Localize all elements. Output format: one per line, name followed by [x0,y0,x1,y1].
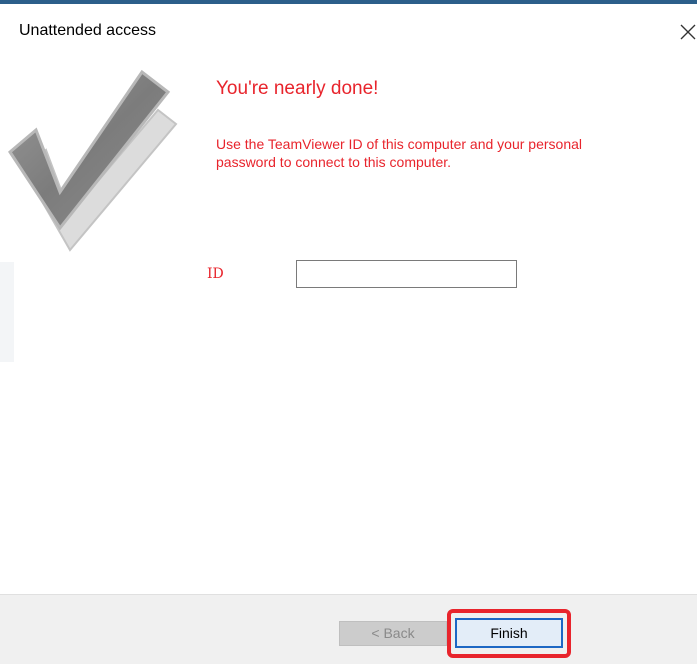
close-button[interactable] [675,18,697,44]
unattended-access-dialog: Unattended access You're nearly done! Us… [0,0,697,664]
left-edge-strip [0,262,14,362]
back-button[interactable]: < Back [339,621,447,646]
title-bar: Unattended access [0,4,697,56]
id-label: ID [207,266,224,282]
finish-button[interactable]: Finish [455,618,563,648]
id-field[interactable] [296,260,517,288]
instructions-text: Use the TeamViewer ID of this computer a… [216,136,583,170]
completion-heading: You're nearly done! [216,78,379,99]
window-title: Unattended access [19,22,156,39]
checkmark-icon [4,66,184,261]
close-icon [680,24,696,40]
